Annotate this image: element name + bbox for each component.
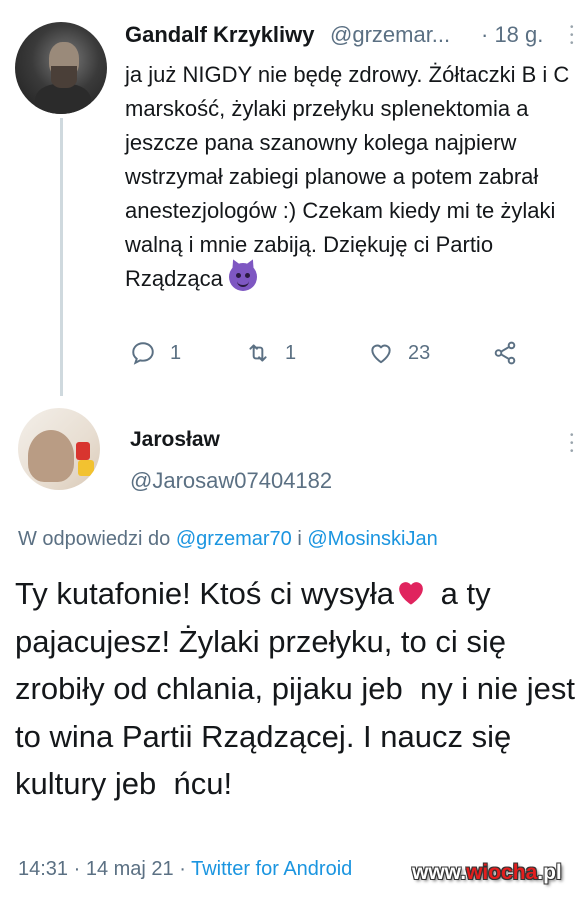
- thread-line: [60, 118, 63, 396]
- retweet-count: 1: [285, 341, 297, 364]
- tweet-text-part1: Ty kutafonie! Ktoś ci wysyła: [15, 576, 395, 611]
- reply-mention-link[interactable]: @grzemar70: [176, 528, 292, 550]
- retweet-action[interactable]: 1: [245, 340, 296, 366]
- avatar-yellow-object: [78, 460, 94, 476]
- reply-context: W odpowiedzi do @grzemar70 i @MosinskiJa…: [18, 528, 438, 551]
- watermark-prefix: www.: [412, 861, 467, 884]
- tweet-timestamp[interactable]: 14:31 · 14 maj 21 ·: [18, 858, 186, 880]
- tweet-text: Ty kutafonie! Ktoś ci wysyła a ty pajacu…: [15, 570, 580, 808]
- tweet-text: ja już NIGDY nie będę zdrowy. Żółtaczki …: [125, 58, 577, 296]
- retweet-icon: [249, 344, 267, 362]
- author-name[interactable]: Jarosław: [130, 428, 220, 452]
- author-name[interactable]: Gandalf Krzykliwy: [125, 22, 315, 48]
- author-handle[interactable]: @grzemar...: [330, 22, 450, 48]
- reply-prefix: W odpowiedzi do: [18, 528, 171, 550]
- like-count: 23: [408, 341, 431, 364]
- tweet-text-body: ja już NIGDY nie będę zdrowy. Żółtaczki …: [125, 62, 570, 291]
- author-avatar-jaroslaw[interactable]: [18, 408, 100, 490]
- tweet-source-link[interactable]: Twitter for Android: [191, 858, 352, 880]
- tweet-metadata: 14:31 · 14 maj 21 · Twitter for Android: [18, 858, 352, 881]
- avatar-figure: [28, 430, 74, 482]
- site-watermark: www.wiocha.pl: [412, 861, 562, 885]
- share-icon: [494, 341, 516, 365]
- watermark-brand: wiocha: [466, 861, 538, 884]
- author-avatar-gandalf[interactable]: [15, 22, 107, 114]
- more-options-icon[interactable]: • • •: [570, 23, 576, 49]
- reply-icon: [132, 342, 154, 365]
- heart-outline-icon: [371, 344, 391, 364]
- red-heart-icon: [399, 582, 423, 605]
- reply-mention-link[interactable]: @MosinskiJan: [307, 528, 437, 550]
- avatar-body: [35, 84, 91, 114]
- avatar-red-object: [76, 442, 90, 460]
- author-handle[interactable]: @Jarosaw07404182: [130, 468, 332, 494]
- more-options-icon[interactable]: • • •: [570, 431, 576, 457]
- smiling-imp-emoji-icon: [228, 263, 257, 291]
- reply-count: 1: [170, 341, 182, 364]
- reply-action[interactable]: 1: [130, 340, 181, 366]
- like-action[interactable]: 23: [368, 340, 430, 366]
- reply-and: i: [297, 528, 302, 550]
- tweet-time[interactable]: · 18 g.: [481, 22, 543, 48]
- avatar-beard: [51, 66, 77, 88]
- share-action[interactable]: [492, 340, 518, 366]
- watermark-suffix: .pl: [537, 861, 562, 884]
